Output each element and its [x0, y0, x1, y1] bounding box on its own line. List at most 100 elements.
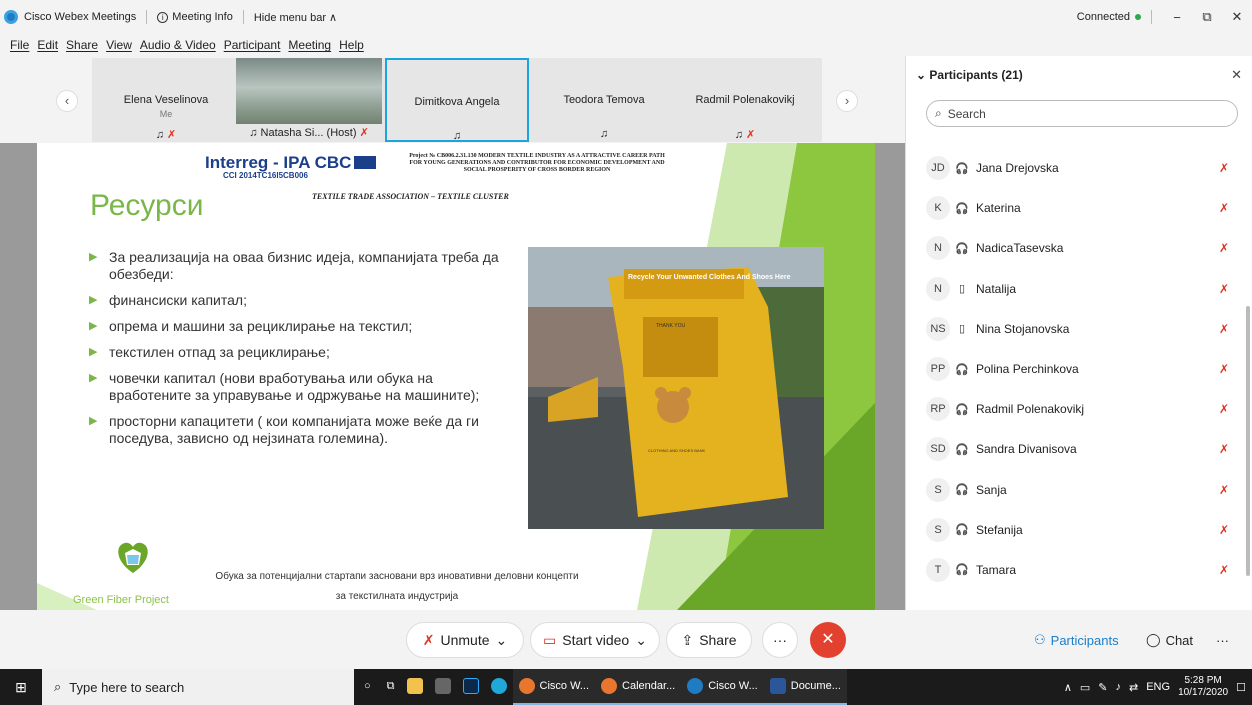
mic-muted-icon[interactable]: ✗ [1219, 483, 1229, 497]
notifications-icon[interactable]: ☐ [1236, 681, 1246, 694]
network-icon[interactable]: ▭ [1080, 681, 1090, 694]
task-view-icon[interactable]: ⧉ [381, 669, 401, 705]
participants-toggle-button[interactable]: ⚇ Participants [1034, 622, 1119, 658]
list-item[interactable]: N 🎧 NadicaTasevska ✗ [906, 228, 1252, 268]
mic-muted-icon[interactable]: ✗ [1219, 282, 1229, 296]
taskbar-app-firefox-webex[interactable]: Cisco W... [512, 669, 596, 705]
photoshop-icon[interactable] [457, 669, 485, 705]
meeting-info-button[interactable]: i Meeting Info [157, 11, 233, 23]
taskbar-app-word[interactable]: Docume... [763, 669, 847, 705]
language-indicator[interactable]: ENG [1146, 681, 1170, 693]
participant-name: Tamara [976, 562, 1017, 577]
taskbar-app-calendar[interactable]: Calendar... [595, 669, 682, 705]
share-button[interactable]: ⇪ Share [666, 622, 752, 658]
list-item-cutoff [906, 128, 1252, 148]
mic-muted-icon[interactable]: ✗ [1219, 362, 1229, 376]
mic-muted-icon[interactable]: ✗ [1219, 442, 1229, 456]
interreg-logo: Interreg - IPA CBC [205, 153, 352, 172]
unmute-button[interactable]: ✗ Unmute ⌄ [406, 622, 524, 658]
restore-button[interactable]: ⧉ [1192, 9, 1222, 25]
list-item[interactable]: SD 🎧 Sandra Divanisova ✗ [906, 429, 1252, 469]
headset-icon: ♫ [249, 127, 258, 139]
taskbar-clock[interactable]: 5:28 PM 10/17/2020 [1178, 675, 1228, 699]
video-tile-host[interactable]: ♫ Natasha Si... (Host) ✗ [236, 58, 382, 142]
avatar: N [926, 276, 950, 301]
mic-muted-icon[interactable]: ✗ [1219, 201, 1229, 215]
avatar: S [926, 477, 950, 502]
end-meeting-button[interactable]: ✕ [810, 622, 846, 658]
language-icon[interactable]: ⇄ [1129, 681, 1138, 694]
bullet-item: ▶ просторни капацитети ( кои компанијата … [89, 413, 517, 447]
windows-start-icon[interactable]: ⊞ [0, 679, 42, 696]
list-item[interactable]: NS ▯ Nina Stojanovska ✗ [906, 309, 1252, 349]
avatar: PP [926, 357, 950, 382]
participant-name: Natalija [976, 281, 1017, 296]
list-item[interactable]: S 🎧 Sanja ✗ [906, 470, 1252, 510]
next-participants-button[interactable]: › [836, 90, 858, 112]
mic-muted-icon[interactable]: ✗ [1219, 563, 1229, 577]
project-description: Project № CB006.2.31.130 MODERN TEXTILE … [409, 153, 665, 173]
more-panel-options-button[interactable]: ··· [1216, 622, 1229, 658]
participant-search-input[interactable]: ⌕ Search [926, 100, 1238, 127]
participant-name: Sanja [976, 482, 1007, 497]
menu-edit[interactable]: Edit [37, 38, 58, 52]
menu-participant[interactable]: Participant [224, 38, 281, 52]
avatar: JD [926, 156, 950, 181]
more-options-button[interactable]: ··· [762, 622, 798, 658]
video-tile[interactable]: Elena Veselinova Me ♫ ✗ [96, 58, 236, 142]
hide-menu-bar-button[interactable]: Hide menu bar ∧ [254, 11, 337, 24]
menu-help[interactable]: Help [339, 38, 364, 52]
headset-icon: 🎧 [955, 202, 969, 215]
start-video-button[interactable]: ▭ Start video ⌄ [530, 622, 660, 658]
avatar: S [926, 517, 950, 542]
chat-button[interactable]: ◯ Chat [1146, 622, 1193, 658]
recycling-bin-illustration: Recycle Your Unwanted Clothes And Shoes … [528, 247, 824, 529]
headset-icon: ♫ [452, 130, 462, 142]
participant-list-scrollbar[interactable] [1246, 306, 1250, 576]
bullet-text: просторни капацитети ( кои компанијата м… [109, 413, 479, 446]
list-item[interactable]: S 🎧 Stefanija ✗ [906, 510, 1252, 550]
participant-name: Katerina [976, 201, 1021, 216]
menu-audio-video[interactable]: Audio & Video [140, 38, 216, 52]
minimize-button[interactable]: − [1162, 10, 1192, 25]
info-icon: i [157, 11, 169, 23]
video-tile[interactable]: Radmil Polenakovikj ♫ ✗ [675, 58, 815, 142]
pen-icon[interactable]: ✎ [1098, 681, 1107, 694]
list-item[interactable]: N ▯ Natalija ✗ [906, 269, 1252, 309]
headset-icon: 🎧 [955, 363, 969, 376]
file-explorer-icon[interactable] [401, 669, 429, 705]
previous-participants-button[interactable]: ‹ [56, 90, 78, 112]
show-hidden-icons-icon[interactable]: ∧ [1064, 681, 1072, 694]
taskbar-search-input[interactable]: ⌕ Type here to search [42, 669, 354, 705]
menu-meeting[interactable]: Meeting [288, 38, 331, 52]
list-item[interactable]: JD 🎧 Jana Drejovska ✗ [906, 148, 1252, 188]
cci-code: CCI 2014TC16I5CB006 [223, 171, 308, 180]
menu-file[interactable]: File [10, 38, 29, 52]
video-tile[interactable]: Teodora Temova ♫ [534, 58, 674, 142]
close-panel-icon[interactable]: ✕ [1231, 67, 1242, 83]
pin-app-icon[interactable] [429, 669, 457, 705]
taskbar-app-webex[interactable]: Cisco W... [681, 669, 764, 705]
mic-muted-icon[interactable]: ✗ [1219, 161, 1229, 175]
participants-header[interactable]: ⌄ Participants (21) [916, 68, 1023, 82]
close-button[interactable]: ✕ [1222, 9, 1252, 25]
eu-flag-icon [354, 156, 376, 169]
bin-sign: Recycle Your Unwanted Clothes And Shoes … [628, 274, 791, 281]
list-item[interactable]: PP 🎧 Polina Perchinkova ✗ [906, 349, 1252, 389]
list-item[interactable]: T 🎧 Tamara ✗ [906, 550, 1252, 590]
edge-icon[interactable] [485, 669, 513, 705]
list-item[interactable]: RP 🎧 Radmil Polenakovikj ✗ [906, 389, 1252, 429]
cortana-icon[interactable]: ○ [354, 669, 381, 705]
taskbar-search-placeholder: Type here to search [69, 679, 185, 695]
menu-share[interactable]: Share [66, 38, 98, 52]
mic-muted-icon[interactable]: ✗ [1219, 402, 1229, 416]
mic-muted-icon[interactable]: ✗ [1219, 322, 1229, 336]
video-tile-active[interactable]: Dimitkova Angela ♫ [385, 58, 529, 142]
volume-icon[interactable]: ♪ [1116, 681, 1122, 693]
tile-sub: Me [159, 109, 173, 119]
mic-muted-icon[interactable]: ✗ [1219, 523, 1229, 537]
mic-muted-icon[interactable]: ✗ [1219, 241, 1229, 255]
list-item[interactable]: K 🎧 Katerina ✗ [906, 188, 1252, 228]
bullet-item: ▶ За реализација на оваа бизнис идеја, ко… [89, 249, 517, 283]
menu-view[interactable]: View [106, 38, 132, 52]
